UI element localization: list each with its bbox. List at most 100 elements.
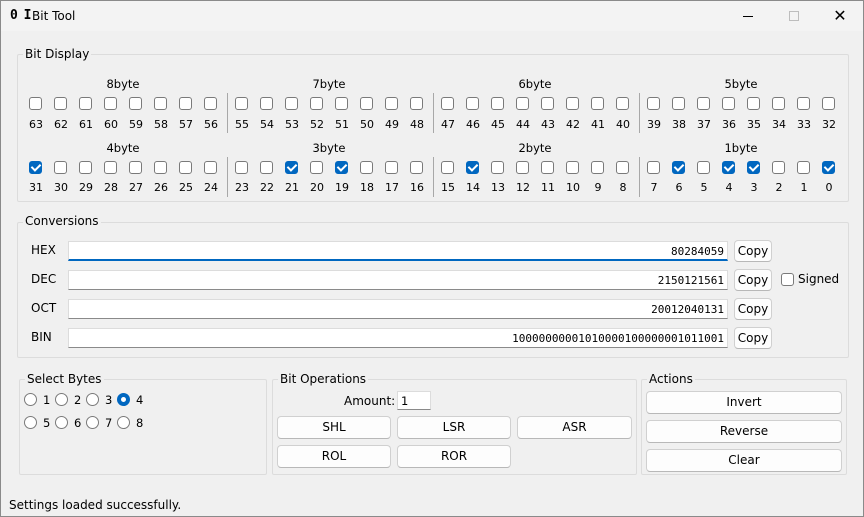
bit-checkbox-52[interactable]	[310, 97, 323, 110]
bit-checkbox-20[interactable]	[310, 161, 323, 174]
bit-checkbox-31[interactable]	[29, 161, 42, 174]
bit-checkbox-10[interactable]	[566, 161, 579, 174]
copy-bin-button[interactable]: Copy	[734, 327, 772, 349]
bit-checkbox-59[interactable]	[129, 97, 142, 110]
bit-checkbox-33[interactable]	[797, 97, 810, 110]
byte-radio-5[interactable]	[24, 416, 37, 429]
bin-field[interactable]: 10000000001010000100000001011001	[68, 328, 728, 348]
byte-radio-7[interactable]	[86, 416, 99, 429]
bit-checkbox-7[interactable]	[647, 161, 660, 174]
bit-checkbox-63[interactable]	[29, 97, 42, 110]
byte-radio-1[interactable]	[24, 393, 37, 406]
bit-number-label: 42	[566, 118, 580, 131]
rol-button[interactable]: ROL	[277, 445, 391, 468]
bit-checkbox-21[interactable]	[285, 161, 298, 174]
bit-checkbox-16[interactable]	[410, 161, 423, 174]
bit-checkbox-49[interactable]	[385, 97, 398, 110]
minimize-button[interactable]	[725, 1, 771, 31]
bit-checkbox-56[interactable]	[204, 97, 217, 110]
bit-checkbox-61[interactable]	[79, 97, 92, 110]
bit-checkbox-50[interactable]	[360, 97, 373, 110]
bit-checkbox-24[interactable]	[204, 161, 217, 174]
bit-checkbox-25[interactable]	[179, 161, 192, 174]
bit-checkbox-26[interactable]	[154, 161, 167, 174]
bit-checkbox-54[interactable]	[260, 97, 273, 110]
byte-radio-4[interactable]	[117, 393, 130, 406]
bit-checkbox-2[interactable]	[772, 161, 785, 174]
copy-hex-button[interactable]: Copy	[734, 240, 772, 262]
bit-checkbox-3[interactable]	[747, 161, 760, 174]
oct-field[interactable]: 20012040131	[68, 299, 728, 319]
bit-checkbox-40[interactable]	[616, 97, 629, 110]
bit-checkbox-46[interactable]	[466, 97, 479, 110]
bit-checkbox-14[interactable]	[466, 161, 479, 174]
hex-field[interactable]: 80284059	[68, 241, 728, 261]
byte-radio-3[interactable]	[86, 393, 99, 406]
bit-checkbox-9[interactable]	[591, 161, 604, 174]
bit-checkbox-1[interactable]	[797, 161, 810, 174]
dec-field[interactable]: 2150121561	[68, 270, 728, 290]
bit-checkbox-35[interactable]	[747, 97, 760, 110]
bit-checkbox-4[interactable]	[722, 161, 735, 174]
bit-checkbox-51[interactable]	[335, 97, 348, 110]
bit-checkbox-15[interactable]	[441, 161, 454, 174]
ror-button[interactable]: ROR	[397, 445, 511, 468]
invert-button[interactable]: Invert	[646, 391, 842, 414]
bit-checkbox-8[interactable]	[616, 161, 629, 174]
bit-checkbox-44[interactable]	[516, 97, 529, 110]
bit-checkbox-60[interactable]	[104, 97, 117, 110]
bit-number-label: 55	[235, 118, 249, 131]
bit-checkbox-36[interactable]	[722, 97, 735, 110]
bit-checkbox-37[interactable]	[697, 97, 710, 110]
bit-checkbox-58[interactable]	[154, 97, 167, 110]
bit-checkbox-0[interactable]	[822, 161, 835, 174]
signed-checkbox[interactable]	[781, 273, 794, 286]
bit-checkbox-23[interactable]	[235, 161, 248, 174]
lsr-button[interactable]: LSR	[397, 416, 511, 439]
minimize-icon	[743, 15, 753, 17]
bit-checkbox-19[interactable]	[335, 161, 348, 174]
byte-radio-8[interactable]	[117, 416, 130, 429]
bit-checkbox-32[interactable]	[822, 97, 835, 110]
clear-button[interactable]: Clear	[646, 449, 842, 472]
bit-checkbox-43[interactable]	[541, 97, 554, 110]
maximize-button[interactable]	[771, 1, 817, 31]
bit-checkbox-17[interactable]	[385, 161, 398, 174]
copy-oct-button[interactable]: Copy	[734, 298, 772, 320]
bit-checkbox-12[interactable]	[516, 161, 529, 174]
bit-checkbox-5[interactable]	[697, 161, 710, 174]
bit-checkbox-62[interactable]	[54, 97, 67, 110]
reverse-button[interactable]: Reverse	[646, 420, 842, 443]
bit-number-label: 25	[179, 181, 193, 194]
bit-checkbox-18[interactable]	[360, 161, 373, 174]
bit-checkbox-13[interactable]	[491, 161, 504, 174]
bit-checkbox-42[interactable]	[566, 97, 579, 110]
bit-checkbox-34[interactable]	[772, 97, 785, 110]
bit-checkbox-39[interactable]	[647, 97, 660, 110]
bit-checkbox-6[interactable]	[672, 161, 685, 174]
bit-checkbox-41[interactable]	[591, 97, 604, 110]
bit-checkbox-53[interactable]	[285, 97, 298, 110]
bit-checkbox-29[interactable]	[79, 161, 92, 174]
byte-radio-6[interactable]	[55, 416, 68, 429]
bit-checkbox-30[interactable]	[54, 161, 67, 174]
byte-label: 7byte	[312, 77, 346, 91]
copy-dec-button[interactable]: Copy	[734, 269, 772, 291]
bit-checkbox-27[interactable]	[129, 161, 142, 174]
close-button[interactable]: ✕	[817, 1, 863, 31]
bit-checkbox-57[interactable]	[179, 97, 192, 110]
bit-checkbox-22[interactable]	[260, 161, 273, 174]
bit-checkbox-45[interactable]	[491, 97, 504, 110]
shl-button[interactable]: SHL	[277, 416, 391, 439]
byte-radio-2[interactable]	[55, 393, 68, 406]
bit-checkbox-48[interactable]	[410, 97, 423, 110]
bit-checkbox-28[interactable]	[104, 161, 117, 174]
bit-checkbox-55[interactable]	[235, 97, 248, 110]
bit-checkbox-11[interactable]	[541, 161, 554, 174]
bit-number-label: 3	[750, 181, 758, 194]
bit-checkbox-38[interactable]	[672, 97, 685, 110]
bit-number-label: 11	[541, 181, 555, 194]
amount-input[interactable]: 1	[397, 391, 431, 410]
bit-checkbox-47[interactable]	[441, 97, 454, 110]
asr-button[interactable]: ASR	[517, 416, 632, 439]
